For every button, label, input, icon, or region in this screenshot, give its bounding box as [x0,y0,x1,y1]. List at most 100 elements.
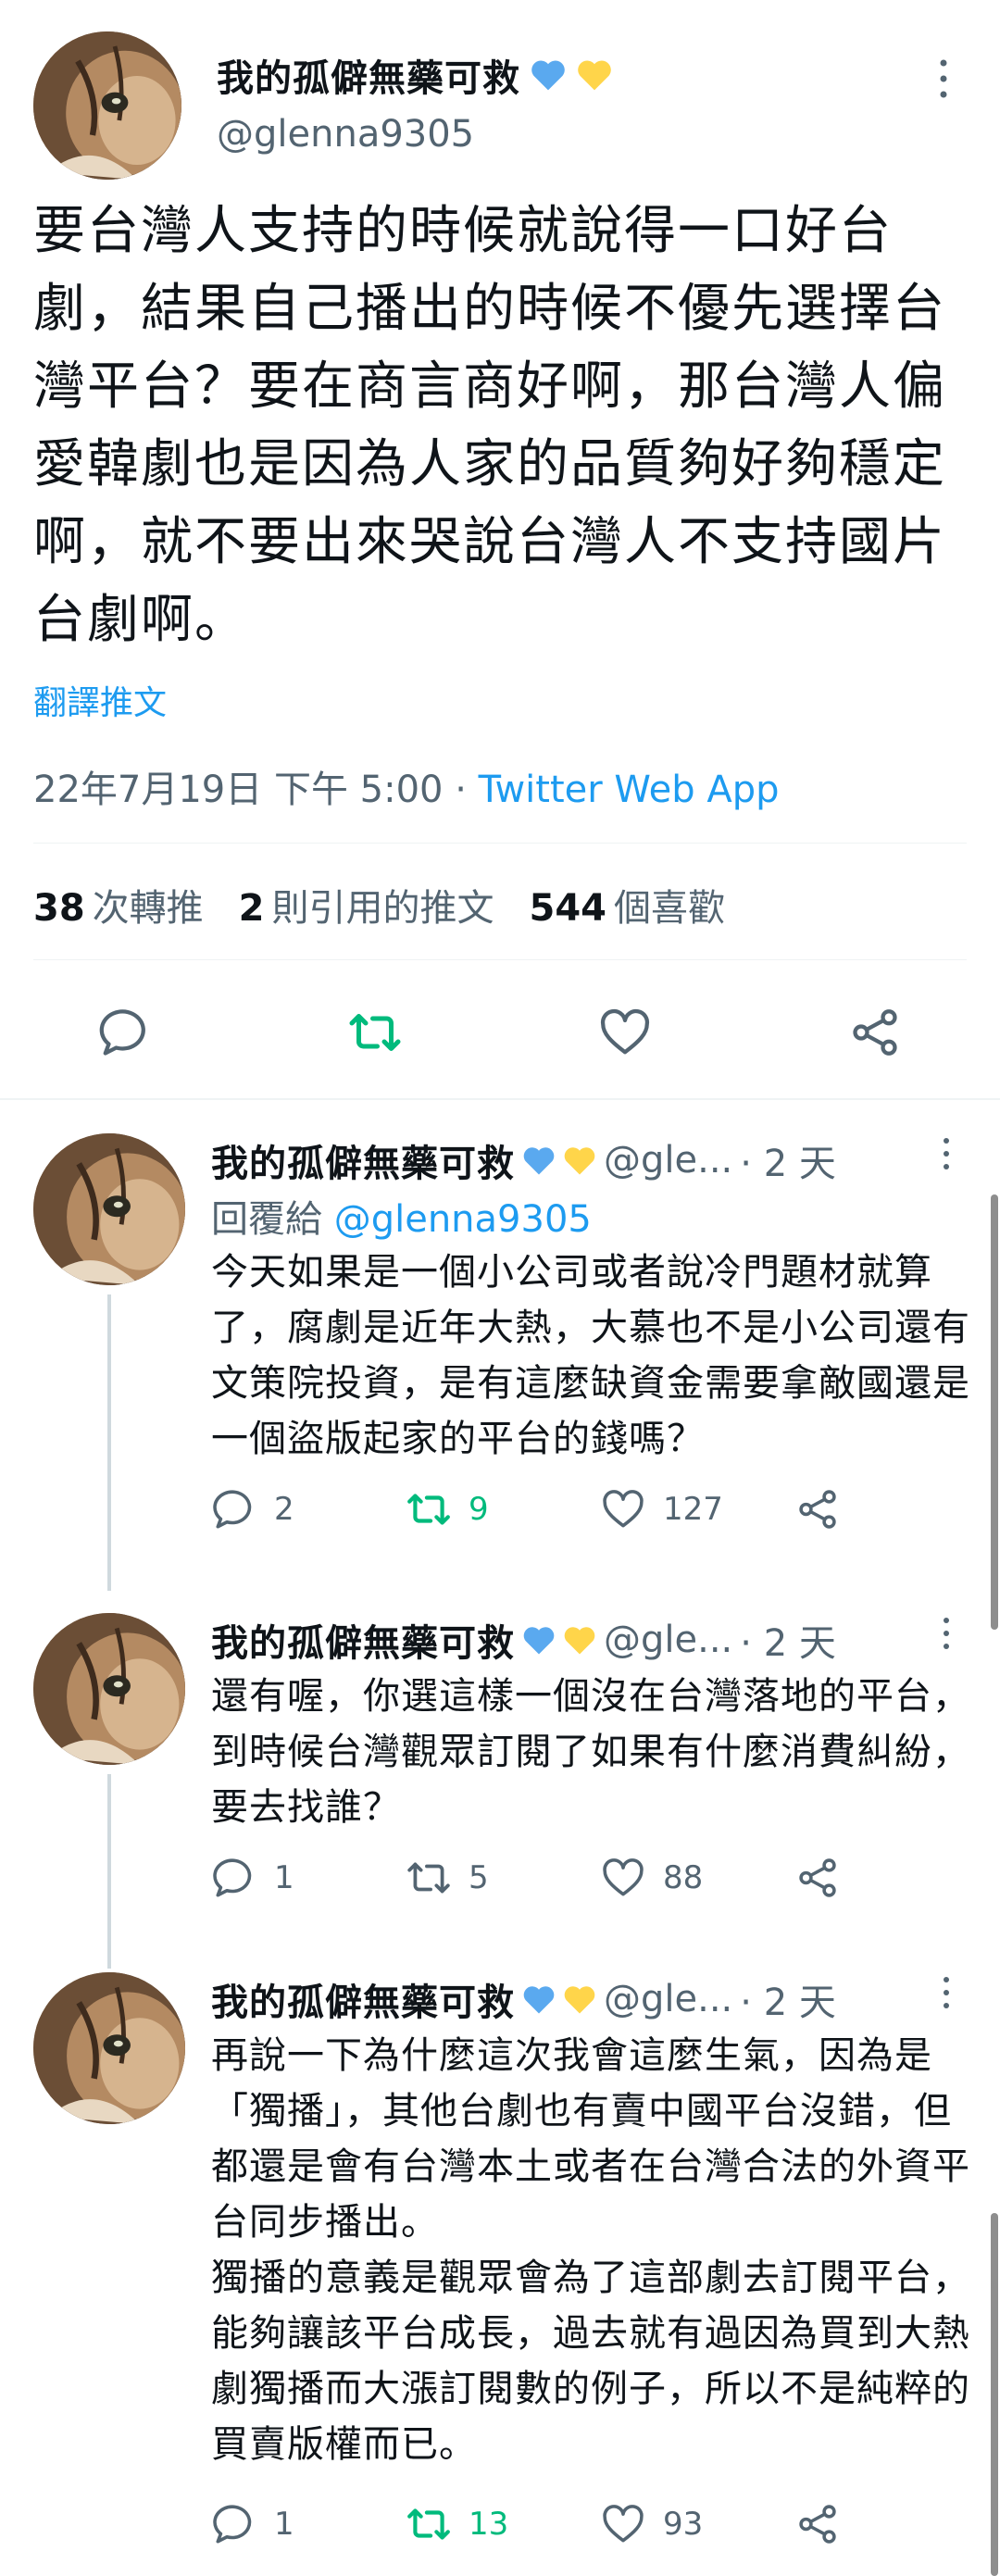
tweet-stats: 38 次轉推 2 則引用的推文 544 個喜歡 [33,878,725,932]
reply-text: 再說一下為什麼這次我會這麼生氣，因為是「獨播」，其他台劇也有賣中國平台沒錯，但都… [211,2028,970,2472]
replying-prefix: 回覆給 [211,1198,334,1241]
retweet-count: 13 [469,2506,509,2543]
timestamp[interactable]: 22年7月19日 下午 5:00 [33,769,444,811]
share-button[interactable] [794,1850,841,1906]
tweet-thread-page: 我的孤僻無藥可救 @glenna9305 要台灣人支持的時候就說得一口好台劇，結… [0,0,1000,2576]
reply-action-bar: 1 5 88 [211,1850,970,1906]
source-link[interactable]: Twitter Web App [479,769,780,811]
reply-button[interactable]: 2 [211,1482,294,1537]
like-button[interactable] [593,1000,657,1065]
more-vertical-icon[interactable] [935,1135,957,1172]
cat-avatar-image [33,1972,185,2124]
display-name[interactable]: 我的孤僻無藥可救 [211,1613,515,1667]
retweets-stat[interactable]: 38 次轉推 [33,878,204,932]
timestamp[interactable]: · 2 天 [740,1613,836,1667]
like-button[interactable]: 93 [600,2496,703,2552]
retweet-icon [407,1862,450,1894]
reply-text: 還有喔，你選這樣一個沒在台灣落地的平台，到時候台灣觀眾訂閱了如果有什麼消費糾紛，… [211,1675,970,1829]
avatar[interactable] [33,1972,185,2124]
heart-icon [600,1008,650,1055]
like-button[interactable]: 88 [600,1850,703,1906]
share-button[interactable] [794,1482,841,1537]
blue-heart-icon [523,1146,555,1174]
timestamp[interactable]: · 2 天 [740,1133,836,1187]
quotes-stat[interactable]: 2 則引用的推文 [239,878,494,932]
retweet-count: 9 [469,1491,489,1528]
thread-line [107,1774,111,1969]
reply-count: 2 [274,1491,294,1528]
blue-heart-icon [523,1626,555,1654]
like-count: 127 [663,1491,723,1528]
reply-header: 我的孤僻無藥可救 @gle... · 2 天 [211,1613,836,1667]
blue-heart-icon [523,1985,555,2013]
share-button[interactable] [843,1000,907,1065]
comment-icon [213,1490,252,1529]
reply-header: 我的孤僻無藥可救 @gle... · 2 天 [211,1972,836,2026]
heart-icon [603,2505,644,2543]
share-icon [853,1009,897,1056]
cat-avatar-image [33,31,181,180]
share-button[interactable] [794,2496,841,2552]
reply-button[interactable]: 1 [211,1850,294,1906]
thread-line [107,1294,111,1591]
tweet-meta: 22年7月19日 下午 5:00 · Twitter Web App [33,759,780,813]
retweet-icon [349,1014,401,1051]
main-action-bar [0,1000,1000,1065]
likes-stat[interactable]: 544 個喜歡 [530,878,726,932]
yellow-heart-icon [564,1626,595,1654]
comment-icon [99,1009,145,1056]
replying-to: 回覆給 @glenna9305 [211,1189,592,1243]
like-button[interactable]: 127 [600,1482,723,1537]
translate-tweet-link[interactable]: 翻譯推文 [33,676,167,724]
timestamp[interactable]: · 2 天 [740,1972,836,2026]
more-vertical-icon[interactable] [935,1974,957,2011]
meta-separator: · [443,769,479,811]
handle[interactable]: @gle... [604,1139,732,1182]
more-vertical-icon[interactable] [935,1615,957,1652]
comment-icon [213,2505,252,2544]
display-name[interactable]: 我的孤僻無藥可救 [217,48,613,102]
reply-action-bar: 2 9 127 [211,1482,970,1537]
share-icon [799,1490,836,1529]
reply-button[interactable]: 1 [211,2496,294,2552]
yellow-heart-icon [564,1146,595,1174]
retweet-count: 5 [469,1859,489,1896]
blue-heart-icon [531,60,565,91]
handle[interactable]: @gle... [604,1619,732,1661]
display-name[interactable]: 我的孤僻無藥可救 [211,1133,515,1187]
retweet-button[interactable] [343,1000,407,1065]
display-name[interactable]: 我的孤僻無藥可救 [211,1972,515,2026]
yellow-heart-icon [564,1985,595,2013]
cat-avatar-image [33,1133,185,1285]
reply-header: 我的孤僻無藥可救 @gle... · 2 天 [211,1133,836,1187]
reply-paragraph: 再說一下為什麼這次我會這麼生氣，因為是「獨播」，其他台劇也有賣中國平台沒錯，但都… [211,2034,970,2244]
replying-to-handle[interactable]: @glenna9305 [334,1198,592,1241]
like-count: 88 [663,1859,704,1896]
reply-text: 今天如果是一個小公司或者說冷門題材就算了，腐劇是近年大熱，大慕也不是小公司還有文… [211,1251,970,1460]
handle[interactable]: @glenna9305 [217,113,474,156]
retweet-icon [407,2508,450,2540]
reply-action-bar: 1 13 93 [211,2496,970,2552]
heart-icon [603,1858,644,1896]
reply-tweet[interactable]: 我的孤僻無藥可救 @gle... · 2 天 還有喔，你選這樣一個沒在台灣落地的… [0,1604,1000,1969]
reply-count: 1 [274,1859,294,1896]
reply-tweet[interactable]: 我的孤僻無藥可救 @gle... · 2 天 回覆給 @glenna9305 今… [0,1124,1000,1591]
reply-tweet[interactable]: 我的孤僻無藥可救 @gle... · 2 天 再說一下為什麼這次我會這麼生氣，因… [0,1963,1000,2576]
retweet-button[interactable]: 5 [406,1850,489,1906]
handle[interactable]: @gle... [604,1978,732,2020]
display-name-text: 我的孤僻無藥可救 [217,57,520,100]
avatar[interactable] [33,1133,185,1285]
tweet-text: 要台灣人支持的時候就說得一口好台劇，結果自己播出的時候不優先選擇台灣平台？要在商… [33,201,946,650]
avatar[interactable] [33,1613,185,1765]
more-vertical-icon[interactable] [930,56,957,102]
retweet-button[interactable]: 13 [406,2496,508,2552]
reply-paragraph: 獨播的意義是觀眾會為了這部劇去訂閱平台，能夠讓該平台成長，過去就有過因為買到大熱… [211,2257,970,2466]
avatar[interactable] [33,31,181,180]
comment-icon [213,1858,252,1897]
reply-button[interactable] [93,1000,157,1065]
divider [33,959,967,960]
retweet-button[interactable]: 9 [406,1482,489,1537]
retweet-icon [407,1494,450,1525]
cat-avatar-image [33,1613,185,1765]
heart-icon [603,1490,644,1528]
